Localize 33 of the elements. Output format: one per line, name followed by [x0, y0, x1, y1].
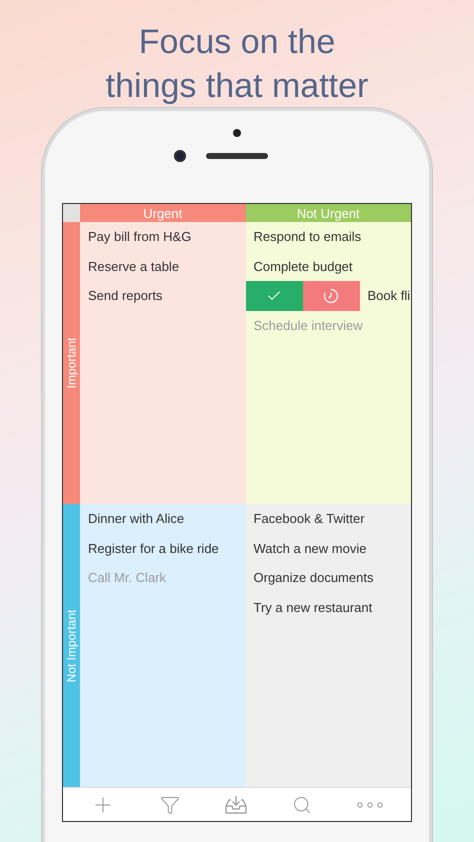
headline: things that matter	[106, 66, 368, 107]
search-icon	[292, 794, 312, 814]
task-text[interactable]: Complete budget	[246, 258, 353, 274]
header-corner	[63, 204, 80, 222]
row-label: Important	[64, 338, 78, 388]
more-button[interactable]	[356, 802, 383, 808]
speaker-icon	[206, 153, 268, 159]
headline: Focus on the	[138, 22, 336, 63]
column-header: Urgent	[80, 204, 246, 222]
inbox-download-icon	[224, 794, 247, 814]
more-icon	[356, 802, 383, 808]
camera-icon	[174, 150, 186, 162]
task-text[interactable]: Watch a new movie	[246, 540, 366, 556]
filter-button[interactable]	[160, 794, 180, 814]
task-text[interactable]: Organize documents	[246, 570, 374, 586]
inbox-button[interactable]	[224, 794, 247, 814]
task-text[interactable]: Send reports	[80, 288, 162, 304]
task-text[interactable]: Pay bill from H&G	[80, 229, 192, 244]
task-text[interactable]: Facebook & Twitter	[246, 511, 365, 526]
search-button[interactable]	[292, 794, 312, 814]
task-text[interactable]: Book fli	[360, 288, 410, 304]
task-text[interactable]: Register for a bike ride	[80, 540, 219, 556]
task-text[interactable]: Reserve a table	[80, 258, 180, 274]
complete-button[interactable]	[246, 280, 302, 311]
task-text[interactable]: Try a new restaurant	[246, 600, 372, 615]
timer-icon	[323, 288, 339, 304]
row-label: Not Important	[64, 609, 78, 682]
column-header: Not Urgent	[246, 204, 411, 222]
filter-icon	[160, 794, 180, 814]
task-text[interactable]: Respond to emails	[246, 229, 362, 244]
snooze-button[interactable]	[302, 280, 360, 311]
sensor-icon	[233, 129, 241, 137]
task-text[interactable]: Dinner with Alice	[80, 511, 184, 526]
